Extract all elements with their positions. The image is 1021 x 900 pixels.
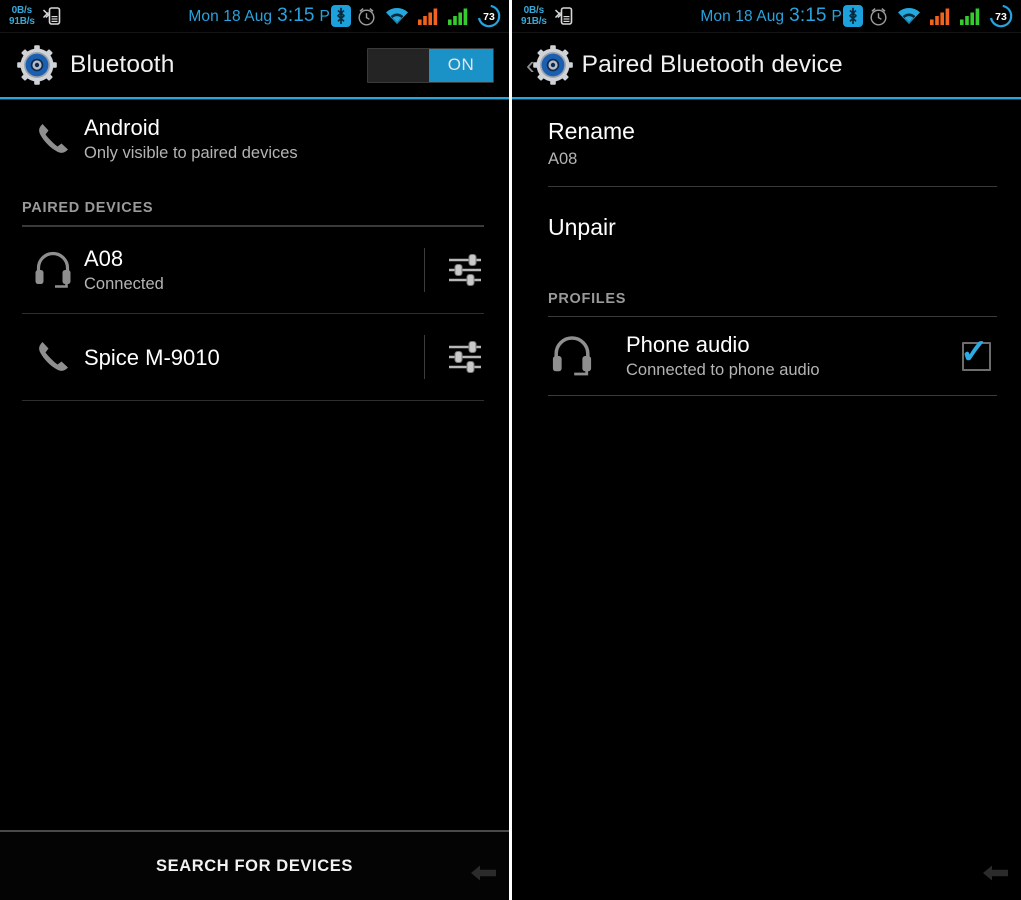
checkmark-icon: ✓ <box>960 332 989 371</box>
status-bar-left: 0B/s 91B/s <box>0 5 62 27</box>
unpair-row[interactable]: Unpair <box>512 187 1021 267</box>
dual-screenshot: 0B/s 91B/s Mon 18 Aug 3:15 73 Bluetooth … <box>0 0 1021 900</box>
alarm-clock-icon <box>868 6 889 27</box>
bluetooth-tether-icon <box>42 5 62 27</box>
profile-status: Connected to phone audio <box>626 361 820 379</box>
vertical-separator <box>424 335 425 379</box>
signal-bars-icon <box>417 7 439 26</box>
headset-icon <box>22 248 84 292</box>
paired-device-text: A08 Connected <box>84 245 424 295</box>
bluetooth-icon <box>330 4 352 28</box>
page-title: Paired Bluetooth device <box>581 51 843 78</box>
wifi-icon <box>897 7 921 26</box>
bluetooth-toggle-switch[interactable]: ON <box>367 47 494 83</box>
headset-icon <box>548 332 626 380</box>
paired-device-name: Spice M-9010 <box>84 344 220 370</box>
profile-name: Phone audio <box>626 332 750 357</box>
paired-device-name: A08 <box>84 246 124 271</box>
signal-bars-icon <box>959 7 981 26</box>
settings-gear-icon[interactable] <box>16 44 58 86</box>
bluetooth-action-bar: Bluetooth ON <box>0 33 509 97</box>
settings-gear-icon[interactable] <box>532 44 574 86</box>
net-upload-speed: 0B/s <box>11 5 33 16</box>
status-bar-clock-area: Mon 18 Aug 3:15 PM <box>574 4 866 28</box>
status-bar-icons: 73 <box>354 4 509 28</box>
paired-device-status: Connected <box>84 275 164 293</box>
net-download-speed: 91B/s <box>521 16 547 27</box>
profile-checkbox[interactable]: ✓ <box>960 335 991 371</box>
net-download-speed: 91B/s <box>9 16 35 27</box>
status-bar-icons: 73 <box>866 4 1021 28</box>
paired-device-action-bar: ‹ Paired Bluetooth device <box>512 33 1021 97</box>
sliders-icon[interactable] <box>445 250 485 290</box>
profile-row-phone-audio[interactable]: Phone audio Connected to phone audio ✓ <box>512 317 1021 395</box>
rename-label: Rename <box>548 117 635 144</box>
bluetooth-icon <box>842 4 864 28</box>
rename-value: A08 <box>548 149 578 168</box>
paired-device-content: Rename A08 Unpair PROFILES Phone audio C… <box>512 100 1021 396</box>
right-panel-paired-device-detail: 0B/s 91B/s Mon 18 Aug 3:15 73 ‹ Paired B… <box>512 0 1021 900</box>
back-arrow-icon[interactable] <box>979 856 1013 890</box>
section-header-paired-devices: PAIRED DEVICES <box>22 200 154 216</box>
sliders-icon[interactable] <box>445 337 485 377</box>
paired-device-row-a08[interactable]: A08 Connected <box>0 227 509 313</box>
profile-text: Phone audio Connected to phone audio <box>626 331 962 381</box>
signal-bars-icon <box>929 7 951 26</box>
status-bar-left: 0B/s 91B/s <box>512 5 574 27</box>
status-time: 3:15 <box>789 5 827 26</box>
net-upload-speed: 0B/s <box>523 5 545 16</box>
status-time: 3:15 <box>277 5 315 26</box>
own-device-status: Only visible to paired devices <box>84 144 298 162</box>
unpair-label: Unpair <box>548 213 616 240</box>
row-divider <box>548 395 997 396</box>
own-device-text: Android Only visible to paired devices <box>84 114 485 164</box>
phone-icon <box>22 335 84 379</box>
paired-device-row-spice[interactable]: Spice M-9010 <box>0 314 509 400</box>
bluetooth-content: Android Only visible to paired devices P… <box>0 100 509 401</box>
phone-icon <box>22 117 84 161</box>
bluetooth-tether-icon <box>554 5 574 27</box>
signal-bars-icon <box>447 7 469 26</box>
switch-on-label: ON <box>429 48 493 82</box>
search-for-devices-bar[interactable]: SEARCH FOR DEVICES <box>0 830 509 900</box>
battery-level-text: 73 <box>483 11 495 23</box>
status-date: Mon 18 Aug <box>188 8 273 25</box>
vertical-separator <box>424 248 425 292</box>
status-bar-clock-area: Mon 18 Aug 3:15 PM <box>62 4 354 28</box>
network-speed-indicator: 0B/s 91B/s <box>521 5 547 27</box>
paired-device-actions <box>424 248 485 292</box>
row-divider <box>22 400 484 401</box>
paired-device-text: Spice M-9010 <box>84 344 424 371</box>
own-device-name: Android <box>84 115 160 140</box>
section-header-profiles: PROFILES <box>548 291 627 307</box>
status-clock: Mon 18 Aug 3:15 PM <box>700 5 855 27</box>
status-bar: 0B/s 91B/s Mon 18 Aug 3:15 73 <box>512 0 1021 33</box>
page-title: Bluetooth <box>70 51 175 78</box>
back-arrow-icon[interactable] <box>467 856 501 890</box>
rename-row[interactable]: Rename A08 <box>512 100 1021 186</box>
search-for-devices-label: SEARCH FOR DEVICES <box>156 856 353 875</box>
status-bar: 0B/s 91B/s Mon 18 Aug 3:15 73 <box>0 0 509 33</box>
network-speed-indicator: 0B/s 91B/s <box>9 5 35 27</box>
own-device-row[interactable]: Android Only visible to paired devices <box>0 100 509 178</box>
status-clock: Mon 18 Aug 3:15 PM <box>188 5 343 27</box>
battery-icon: 73 <box>477 4 501 28</box>
status-date: Mon 18 Aug <box>700 8 785 25</box>
battery-level-text: 73 <box>995 11 1007 23</box>
battery-icon: 73 <box>989 4 1013 28</box>
switch-track <box>368 48 429 82</box>
left-panel-bluetooth-settings: 0B/s 91B/s Mon 18 Aug 3:15 73 Bluetooth … <box>0 0 509 900</box>
alarm-clock-icon <box>356 6 377 27</box>
wifi-icon <box>385 7 409 26</box>
paired-device-actions <box>424 335 485 379</box>
